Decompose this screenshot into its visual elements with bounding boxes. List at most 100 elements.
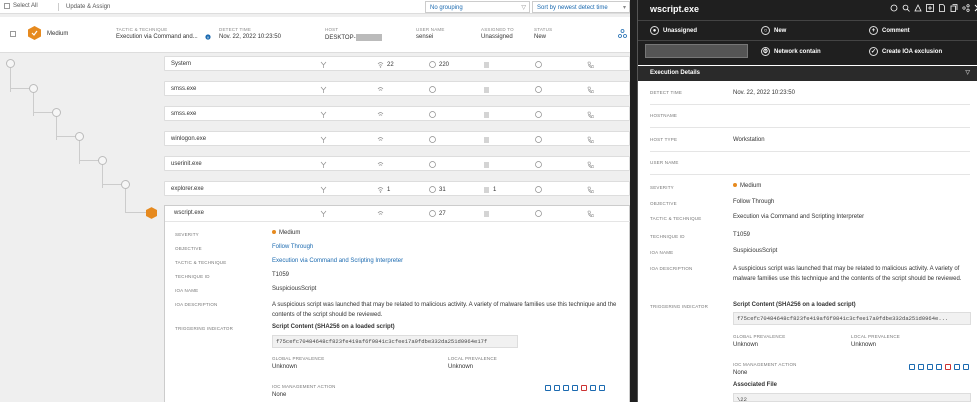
- execution-details-header[interactable]: Execution Details ▽: [638, 66, 977, 81]
- objective-link[interactable]: Follow Through: [272, 244, 313, 250]
- new-label: New: [774, 27, 787, 34]
- hash-value[interactable]: f75cefc70484648cf823fe419af6f9841c3cfee1…: [733, 312, 971, 325]
- select-all-button[interactable]: Select All: [4, 3, 38, 9]
- process-row[interactable]: winlogon.exe: [164, 131, 630, 146]
- copy-icon[interactable]: [590, 385, 596, 391]
- hosttype-label: HOST TYPE: [650, 137, 678, 142]
- host-value-text: DESKTOP-: [325, 35, 356, 42]
- trigger-label: TRIGGERING INDICATOR: [175, 326, 234, 331]
- objective-link[interactable]: Follow Through: [733, 199, 774, 205]
- tactic-link[interactable]: Execution via Command and Scripting Inte…: [272, 258, 403, 264]
- ioa-desc-label: IOA DESCRIPTION: [175, 302, 218, 307]
- share-icon[interactable]: [962, 4, 970, 12]
- copy-icon[interactable]: [954, 364, 960, 370]
- process-link-icon: [320, 111, 327, 118]
- tactic-value: Execution via Command and...: [116, 34, 198, 40]
- detect-label: DETECT TIME: [219, 27, 252, 32]
- panel-divider[interactable]: [630, 0, 637, 402]
- alert-row[interactable]: Medium TACTIC & TECHNIQUE Execution via …: [0, 17, 630, 53]
- associated-file-value[interactable]: \22: [733, 393, 971, 402]
- disk-icon: [429, 210, 436, 217]
- global-prev-label: GLOBAL PREVALENCE: [272, 356, 325, 361]
- network-icon[interactable]: [914, 4, 922, 12]
- host-value[interactable]: DESKTOP-: [325, 34, 382, 41]
- edit-icon[interactable]: [909, 364, 915, 370]
- disk-icon: [429, 161, 436, 168]
- tactic-link[interactable]: Execution via Command and Scripting Inte…: [733, 214, 864, 220]
- plus-icon: +: [869, 26, 878, 35]
- dns-icon: [535, 161, 542, 168]
- ioa-name-value: SuspiciousScript: [272, 286, 317, 292]
- hash-value[interactable]: f75cefc70484648cf823fe419af6f9841c3cfee1…: [272, 335, 518, 348]
- search-icon[interactable]: [902, 4, 910, 12]
- info-icon[interactable]: [205, 34, 211, 40]
- add-icon[interactable]: [926, 4, 934, 12]
- tactic-label: TACTIC & TECHNIQUE: [116, 27, 168, 32]
- check-icon: ✓: [869, 47, 878, 56]
- process-name: winlogon.exe: [171, 136, 207, 142]
- sort-label: Sort by newest detect time: [537, 5, 608, 11]
- select-all-label: Select All: [13, 3, 38, 9]
- local-prev-value: Unknown: [448, 364, 474, 370]
- header-icon-bar: [890, 4, 977, 12]
- tree-view-icon[interactable]: [890, 4, 898, 12]
- severity-value-text: Medium: [279, 230, 301, 236]
- zoom-icon[interactable]: [927, 364, 933, 370]
- status-new-button[interactable]: ○ New: [761, 26, 786, 35]
- wifi-icon: [377, 210, 384, 217]
- chevron-down-icon: ▾: [622, 5, 626, 11]
- grouping-select[interactable]: No grouping ▽: [425, 1, 530, 13]
- row-checkbox[interactable]: [10, 31, 16, 37]
- search-icon[interactable]: [918, 364, 924, 370]
- ioa-name-label: IOA NAME: [175, 288, 199, 293]
- process-row[interactable]: explorer.exe 1 31 1: [164, 181, 630, 196]
- tree-node-icon[interactable]: [52, 108, 61, 117]
- unassigned-button[interactable]: ● Unassigned: [650, 26, 697, 35]
- block-icon[interactable]: [581, 385, 587, 391]
- sort-select[interactable]: Sort by newest detect time ▾: [532, 1, 630, 13]
- process-row[interactable]: userinit.exe: [164, 156, 630, 171]
- dns-icon: [535, 86, 542, 93]
- tree-node-icon[interactable]: [98, 156, 107, 165]
- copy-icon[interactable]: [950, 4, 958, 12]
- ioa-name-value: SuspiciousScript: [733, 248, 778, 254]
- network-contain-button[interactable]: ⚙ Network contain: [761, 47, 821, 56]
- file-count: 220: [429, 61, 449, 68]
- create-ioa-exclusion-button[interactable]: ✓ Create IOA exclusion: [869, 47, 942, 56]
- edit-icon[interactable]: [545, 385, 551, 391]
- toolbar: Select All Update & Assign No grouping ▽…: [0, 0, 630, 14]
- phone-icon: [587, 86, 594, 93]
- technique-label: TECHNIQUE ID: [650, 234, 685, 239]
- search-icon[interactable]: [554, 385, 560, 391]
- file-count: 27: [429, 210, 446, 217]
- global-prev-value: Unknown: [733, 342, 759, 348]
- technique-label: TECHNIQUE ID: [175, 274, 210, 279]
- block-icon[interactable]: [945, 364, 951, 370]
- hosttype-value: Workstation: [733, 137, 765, 143]
- tree-node-icon[interactable]: [29, 84, 38, 93]
- export-icon[interactable]: [599, 385, 605, 391]
- export-icon[interactable]: [963, 364, 969, 370]
- severity-hexagon-icon: [28, 26, 41, 40]
- network-contain-label: Network contain: [774, 48, 821, 55]
- file-icon[interactable]: [938, 4, 946, 12]
- indicator-actions: [545, 385, 605, 391]
- username-label: USER NAME: [650, 160, 679, 165]
- lookup-icon[interactable]: [936, 364, 942, 370]
- process-tree-icon[interactable]: [618, 29, 627, 38]
- tree-node-icon[interactable]: [75, 132, 84, 141]
- update-assign-button[interactable]: Update & Assign: [58, 3, 110, 11]
- lookup-icon[interactable]: [572, 385, 578, 391]
- process-row[interactable]: smss.exe: [164, 81, 630, 96]
- process-row[interactable]: smss.exe: [164, 106, 630, 121]
- wifi-icon: [377, 86, 384, 93]
- dns-icon: [535, 61, 542, 68]
- process-row[interactable]: System 22 220: [164, 56, 630, 71]
- tree-node-icon[interactable]: [121, 180, 130, 189]
- tree-node-icon[interactable]: [6, 59, 15, 68]
- technique-value: T1059: [272, 272, 290, 278]
- zoom-icon[interactable]: [563, 385, 569, 391]
- severity-hexagon-icon: [146, 207, 157, 219]
- exec-details-label: Execution Details: [650, 70, 701, 76]
- comment-button[interactable]: + Comment: [869, 26, 910, 35]
